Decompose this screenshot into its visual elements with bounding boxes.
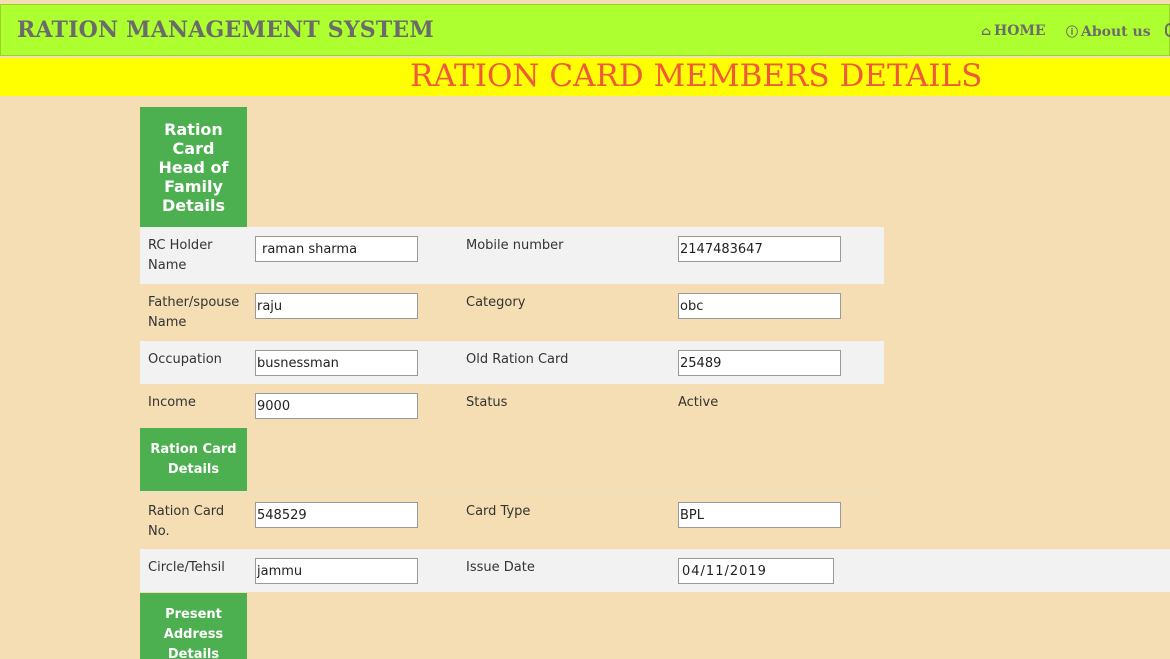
mobile-number-field[interactable]: 2147483647: [678, 236, 841, 262]
category-label: Category: [466, 295, 526, 310]
income-label: Income: [148, 395, 196, 410]
old-ration-card-field[interactable]: 25489: [678, 350, 841, 376]
info-icon: ⓘ: [1066, 25, 1079, 39]
rc-holder-name-label: RC Holder Name: [148, 238, 213, 273]
table-row: Income 9000 Status Active: [140, 384, 884, 428]
old-ration-card-label: Old Ration Card: [466, 352, 569, 367]
nav-about-label: About us: [1081, 24, 1151, 40]
home-icon: ⌂: [981, 24, 992, 38]
table-row: Circle/Tehsil jammu Issue Date 04/11/201…: [140, 549, 1170, 592]
ration-card-no-label: Ration Card No.: [148, 504, 225, 539]
ration-card-no-field[interactable]: 548529: [255, 502, 418, 528]
status-value: Active: [678, 395, 719, 410]
status-label: Status: [466, 395, 508, 410]
rc-holder-name-field[interactable]: raman sharma: [255, 236, 418, 262]
occupation-field[interactable]: busnessman: [255, 350, 418, 376]
nav-about[interactable]: ⓘ About us: [1066, 23, 1151, 40]
table-row: RC Holder Name raman sharma Mobile numbe…: [140, 227, 884, 284]
issue-date-label: Issue Date: [466, 560, 535, 575]
circle-tehsil-label: Circle/Tehsil: [148, 560, 225, 575]
table-row: Occupation busnessman Old Ration Card 25…: [140, 341, 884, 384]
card-type-field[interactable]: BPL: [678, 502, 841, 528]
page-title: RATION CARD MEMBERS DETAILS: [410, 58, 983, 94]
category-field[interactable]: obc: [678, 293, 841, 319]
mobile-number-label: Mobile number: [466, 238, 564, 253]
brand-title[interactable]: RATION MANAGEMENT SYSTEM: [17, 17, 434, 43]
page-banner: RATION CARD MEMBERS DETAILS: [0, 58, 1170, 96]
section-ration-card: Ration Card Details: [140, 428, 247, 491]
table-row: Ration Card No. 548529 Card Type BPL: [140, 493, 884, 549]
nav-home[interactable]: ⌂ HOME: [981, 23, 1046, 39]
nav-home-label: HOME: [994, 23, 1046, 39]
section-present-address: Present Address Details: [140, 593, 247, 659]
father-spouse-name-label: Father/spouse Name: [148, 295, 240, 330]
father-spouse-name-field[interactable]: raju: [255, 293, 418, 319]
section-head-of-family: Ration Card Head of Family Details: [140, 107, 247, 227]
occupation-label: Occupation: [148, 352, 222, 367]
top-navbar: RATION MANAGEMENT SYSTEM ⌂ HOME ⓘ About us: [0, 4, 1170, 56]
issue-date-field[interactable]: 04/11/2019: [678, 558, 834, 584]
income-field[interactable]: 9000: [255, 393, 418, 419]
card-type-label: Card Type: [466, 504, 531, 519]
table-row: Father/spouse Name raju Category obc: [140, 284, 884, 341]
nav-next-icon[interactable]: [1165, 23, 1170, 37]
circle-tehsil-field[interactable]: jammu: [255, 558, 418, 584]
